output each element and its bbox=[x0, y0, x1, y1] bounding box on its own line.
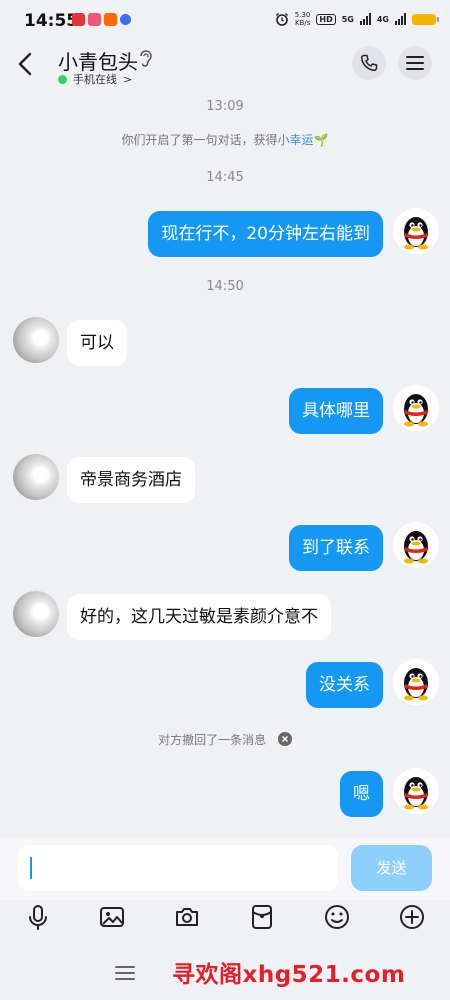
peer-avatar[interactable] bbox=[13, 454, 59, 500]
online-dot bbox=[58, 74, 67, 84]
emoji-icon[interactable] bbox=[323, 903, 351, 931]
message-bubble-outgoing[interactable]: 没关系 bbox=[306, 662, 383, 708]
qq-penguin-icon bbox=[404, 531, 428, 564]
recall-notice-text: 对方撤回了一条消息 bbox=[158, 733, 267, 747]
sprout-emoji: 🌱 bbox=[313, 133, 329, 147]
qq-penguin-icon bbox=[404, 668, 428, 701]
baidu-icon bbox=[120, 14, 131, 25]
microphone-icon[interactable] bbox=[24, 903, 52, 931]
ear-icon[interactable] bbox=[137, 48, 153, 68]
notification-icons bbox=[72, 13, 131, 26]
voice-call-button[interactable] bbox=[352, 46, 386, 80]
close-circle-icon[interactable] bbox=[277, 732, 292, 746]
qq-penguin-icon bbox=[404, 394, 428, 427]
watermark: 寻欢阁xhg521.com bbox=[172, 962, 406, 988]
online-status[interactable]: 手机在线 > bbox=[58, 71, 132, 87]
chevron-right-icon: > bbox=[123, 72, 133, 86]
message-bubble-outgoing[interactable]: 嗯 bbox=[340, 771, 383, 817]
tmall-icon bbox=[72, 13, 85, 26]
speed-unit: KB/s bbox=[294, 19, 311, 27]
timestamp: 14:45 bbox=[206, 170, 244, 185]
peer-avatar[interactable] bbox=[13, 591, 59, 637]
my-avatar[interactable] bbox=[393, 522, 439, 568]
red-packet-icon[interactable] bbox=[248, 903, 276, 931]
recall-notice: 对方撤回了一条消息 bbox=[0, 731, 450, 748]
peer-avatar[interactable] bbox=[13, 317, 59, 363]
my-avatar[interactable] bbox=[393, 768, 439, 814]
lucky-link[interactable]: 小幸运 bbox=[278, 133, 314, 147]
system-message: 你们开启了第一句对话，获得小幸运🌱 bbox=[0, 131, 450, 148]
message-bubble-outgoing[interactable]: 现在行不，20分钟左右能到 bbox=[148, 211, 383, 257]
message-bubble-outgoing[interactable]: 具体哪里 bbox=[289, 388, 383, 434]
menu-button[interactable] bbox=[398, 46, 432, 80]
message-bubble-outgoing[interactable]: 到了联系 bbox=[289, 525, 383, 571]
app-icon-taobao bbox=[104, 13, 117, 26]
hamburger-icon bbox=[406, 56, 424, 70]
alarm-icon bbox=[275, 13, 288, 26]
network-speed: 5.30 KB/s bbox=[295, 11, 311, 27]
online-status-text: 手机在线 bbox=[73, 73, 117, 86]
network-label-5g: 5G bbox=[341, 14, 354, 24]
system-message-text: 你们开启了第一句对话，获得 bbox=[121, 133, 278, 147]
phone-icon bbox=[360, 54, 378, 72]
network-label-4g: 4G bbox=[376, 14, 389, 24]
app-icon-red bbox=[88, 13, 101, 26]
message-input[interactable] bbox=[18, 845, 338, 891]
plus-icon[interactable] bbox=[398, 903, 426, 931]
hd-badge: HD bbox=[316, 13, 336, 25]
my-avatar[interactable] bbox=[393, 385, 439, 431]
my-avatar[interactable] bbox=[393, 659, 439, 705]
qq-penguin-icon bbox=[404, 217, 428, 250]
timestamp: 13:09 bbox=[206, 99, 244, 114]
timestamp: 14:50 bbox=[206, 279, 244, 294]
speed-value: 5.30 bbox=[294, 11, 311, 19]
message-bubble-incoming[interactable]: 帝景商务酒店 bbox=[67, 457, 195, 503]
back-arrow-icon[interactable] bbox=[14, 50, 38, 78]
status-indicators: 5.30 KB/s HD 5G 4G bbox=[275, 11, 439, 27]
my-avatar[interactable] bbox=[393, 208, 439, 254]
image-icon[interactable] bbox=[98, 903, 126, 931]
message-bubble-incoming[interactable]: 可以 bbox=[67, 320, 127, 366]
status-time: 14:55 bbox=[24, 11, 79, 31]
send-button[interactable]: 发送 bbox=[351, 845, 432, 891]
status-bar: 14:55 5.30 KB/s HD 5G 4G bbox=[0, 0, 450, 42]
camera-icon[interactable] bbox=[173, 903, 201, 931]
qq-penguin-icon bbox=[404, 777, 428, 810]
battery-icon bbox=[412, 13, 439, 25]
signal-icon bbox=[359, 13, 371, 25]
text-cursor bbox=[30, 857, 32, 879]
signal-icon-2 bbox=[395, 13, 406, 25]
recent-apps-icon[interactable] bbox=[114, 965, 136, 981]
message-bubble-incoming[interactable]: 好的，这几天过敏是素颜介意不 bbox=[67, 594, 331, 640]
